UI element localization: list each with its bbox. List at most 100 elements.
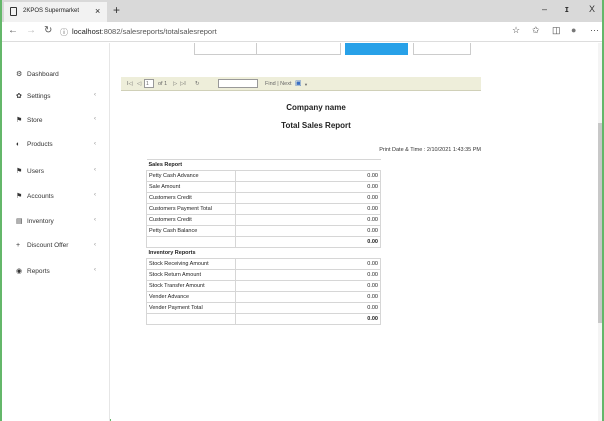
row-label: Petty Cash Advance <box>146 170 236 182</box>
section-header: Sales Report <box>146 159 381 171</box>
sidebar-item-dashboard[interactable]: ⚙ Dashboard <box>16 70 104 78</box>
sidebar: ⚙ Dashboard ✿ Settings ‹ ⚑ Store ‹ ◐ Products ‹… <box>2 43 110 421</box>
row-label: Vender Payment Total <box>146 302 236 314</box>
page-icon <box>10 7 17 16</box>
row-label: Customers Credit <box>146 214 236 226</box>
store-icon: ⚑ <box>16 117 23 124</box>
page-number-input[interactable]: 1 <box>144 79 154 88</box>
sidebar-item-label: Inventory <box>27 218 54 225</box>
accounts-icon: ⚑ <box>16 193 23 200</box>
tab-title: 2KPOS Supermarket <box>23 8 80 14</box>
sidebar-item-label: Accounts <box>27 193 54 200</box>
row-value: 0.00 <box>235 225 381 237</box>
chevron-left-icon: ‹ <box>94 116 96 122</box>
next-page-icon[interactable]: ▷ <box>173 81 177 87</box>
find-input[interactable] <box>218 79 258 88</box>
scrollbar-thumb[interactable] <box>598 123 602 323</box>
save-icon[interactable]: ▣ <box>295 79 302 87</box>
section-header: Inventory Reports <box>146 247 381 259</box>
row-value: 0.00 <box>235 269 381 281</box>
sidebar-item-users[interactable]: ⚑ Users ‹ <box>16 167 104 175</box>
forward-icon[interactable]: → <box>26 25 36 36</box>
page-count: of 1 <box>158 81 168 87</box>
row-value: 0.00 <box>235 291 381 303</box>
row-label <box>146 236 236 248</box>
refresh-icon[interactable]: ↻ <box>44 25 52 36</box>
new-tab-icon[interactable]: + <box>113 3 120 17</box>
row-label: Stock Transfer Amount <box>146 280 236 292</box>
refresh-report-icon[interactable]: ↻ <box>195 81 200 87</box>
inventory-total: 0.00 <box>235 313 381 325</box>
print-date: Print Date & Time : 2/10/2021 1:43:35 PM <box>379 147 481 153</box>
report-viewer-toolbar: I◁ ◁ 1 of 1 ▷ ▷I ↻ Find | Next ▣ ▼ <box>121 77 481 91</box>
company-name: Company name <box>286 103 346 112</box>
table-row: Petty Cash Advance 0.00 <box>146 170 381 182</box>
close-window-icon[interactable]: X <box>589 4 595 14</box>
chevron-left-icon: ‹ <box>94 217 96 223</box>
browser-window: 2KPOS Supermarket × + – ɪ X ← → ↻ ⓘ loca… <box>0 0 604 421</box>
sidebar-item-products[interactable]: ◐ Products ‹ <box>16 141 104 148</box>
sidebar-item-label: Discount Offer <box>27 242 69 249</box>
table-row: Vender Payment Total 0.00 <box>146 302 381 314</box>
back-icon[interactable]: ← <box>8 25 18 36</box>
row-value: 0.00 <box>235 214 381 226</box>
collections-icon[interactable]: ◫ <box>552 25 561 36</box>
find-next-link[interactable]: Find | Next <box>265 81 292 87</box>
table-row: Stock Return Amount 0.00 <box>146 269 381 281</box>
url-field[interactable]: localhost:8082/salesreports/totalsalesre… <box>72 27 217 36</box>
browser-tab[interactable]: 2KPOS Supermarket × <box>4 2 107 22</box>
minimize-icon[interactable]: – <box>542 4 547 14</box>
first-page-icon[interactable]: I◁ <box>127 81 133 87</box>
maximize-icon[interactable]: ɪ <box>565 4 569 14</box>
sidebar-item-store[interactable]: ⚑ Store ‹ <box>16 116 104 124</box>
reports-icon: ◉ <box>16 268 23 275</box>
sidebar-item-settings[interactable]: ✿ Settings ‹ <box>16 92 104 100</box>
row-label <box>146 313 236 325</box>
row-label: Stock Return Amount <box>146 269 236 281</box>
sidebar-item-reports[interactable]: ◉ Reports ‹ <box>16 267 104 275</box>
scrollbar[interactable] <box>598 43 602 421</box>
more-icon[interactable]: ··· <box>590 25 599 35</box>
favorites-bar-icon[interactable]: ✩ <box>532 25 540 36</box>
row-label: Vender Advance <box>146 291 236 303</box>
users-icon: ⚑ <box>16 168 23 175</box>
report-title: Total Sales Report <box>281 121 351 130</box>
sidebar-item-label: Settings <box>27 93 51 100</box>
url-host: localhost <box>72 27 102 36</box>
search-button[interactable] <box>345 43 408 55</box>
row-value: 0.00 <box>235 203 381 215</box>
sidebar-item-discount-offer[interactable]: + Discount Offer ‹ <box>16 242 104 249</box>
sidebar-item-label: Reports <box>27 268 50 275</box>
tab-close-icon[interactable]: × <box>95 6 100 16</box>
sidebar-item-label: Dashboard <box>27 71 59 78</box>
export-button[interactable] <box>413 43 471 55</box>
row-label: Customers Payment Total <box>146 203 236 215</box>
inventory-icon: ▤ <box>16 218 23 225</box>
chevron-left-icon: ‹ <box>94 192 96 198</box>
chevron-left-icon: ‹ <box>94 141 96 147</box>
settings-icon: ✿ <box>16 93 22 100</box>
info-icon[interactable]: ⓘ <box>60 27 68 38</box>
prev-page-icon[interactable]: ◁ <box>137 81 141 87</box>
last-page-icon[interactable]: ▷I <box>180 81 186 87</box>
table-row: Petty Cash Balance 0.00 <box>146 225 381 237</box>
sidebar-item-inventory[interactable]: ▤ Inventory ‹ <box>16 217 104 225</box>
url-path: :8082/salesreports/totalsalesreport <box>101 27 217 36</box>
table-row: Customers Credit 0.00 <box>146 214 381 226</box>
table-row: Vender Advance 0.00 <box>146 291 381 303</box>
chevron-left-icon: ‹ <box>94 242 96 248</box>
chevron-left-icon: ‹ <box>94 267 96 273</box>
favorite-icon[interactable]: ☆ <box>512 25 520 36</box>
sidebar-item-label: Users <box>27 168 44 175</box>
discount-icon: + <box>16 242 21 249</box>
row-value: 0.00 <box>235 280 381 292</box>
row-value: 0.00 <box>235 258 381 270</box>
chevron-down-icon[interactable]: ▼ <box>304 82 308 87</box>
profile-avatar[interactable]: ● <box>571 25 576 35</box>
inventory-header: Inventory Reports <box>146 247 381 259</box>
tab-strip: 2KPOS Supermarket × + – ɪ X <box>2 0 602 22</box>
date-field[interactable] <box>256 43 341 55</box>
table-row: Stock Transfer Amount 0.00 <box>146 280 381 292</box>
sidebar-item-accounts[interactable]: ⚑ Accounts ‹ <box>16 192 104 200</box>
row-value: 0.00 <box>235 302 381 314</box>
